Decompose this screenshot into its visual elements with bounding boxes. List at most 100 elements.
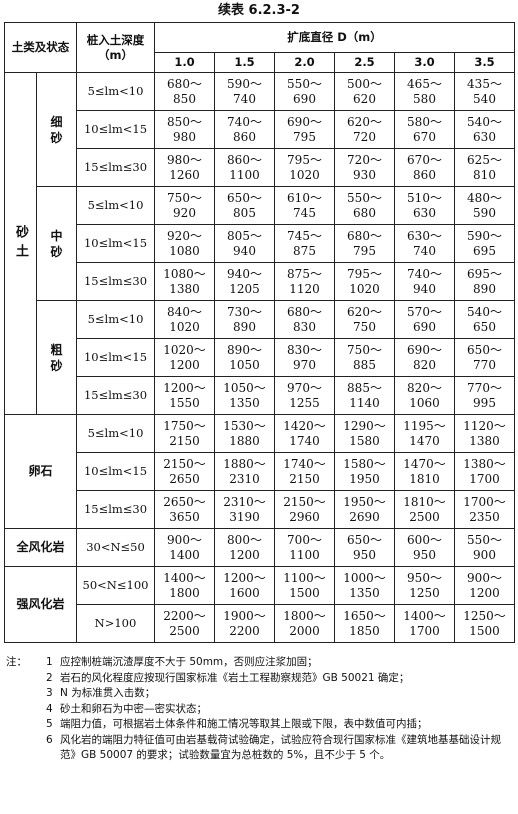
value-cell: 1380～ 1700 xyxy=(453,452,516,491)
value-cell: 860～ 1100 xyxy=(214,148,275,187)
value-cell: 750～ 885 xyxy=(334,338,395,377)
value-cell: 890～ 1050 xyxy=(214,338,275,377)
value-cell: 850～ 980 xyxy=(154,110,215,149)
table-row: 10≤lm<15 850～ 980 740～ 860 690～ 795 620～ 720 580～… xyxy=(5,110,516,149)
value-cell: 700～ 1100 xyxy=(274,528,335,567)
note-lead xyxy=(6,733,46,764)
group-label: 卵石 xyxy=(4,414,77,529)
value-cell: 920～ 1080 xyxy=(154,224,215,263)
value-cell: 1470～ 1810 xyxy=(394,452,455,491)
note-item: 2 岩石的风化程度应按现行国家标准《岩土工程勘察规范》GB 50021 确定； xyxy=(6,671,514,687)
value-cell: 550～ 680 xyxy=(334,186,395,225)
value-cell: 540～ 650 xyxy=(453,300,516,339)
note-item: 6 风化岩的端阻力特征值可由岩基载荷试验确定，试验应符合现行国家标准《建筑地基基础… xyxy=(6,733,514,764)
note-number: 3 xyxy=(46,687,53,699)
note-lead xyxy=(6,717,46,733)
value-cell: 680～ 795 xyxy=(334,224,395,263)
value-cell: 650～ 770 xyxy=(453,338,516,377)
value-cell: 805～ 940 xyxy=(214,224,275,263)
depth-cell: 15≤lm≤30 xyxy=(76,262,155,301)
table-row: 10≤lm<15 920～ 1080 805～ 940 745～ 875 680～ 795 630… xyxy=(5,224,516,263)
value-cell: 770～ 995 xyxy=(453,376,516,415)
value-cell: 940～ 1205 xyxy=(214,262,275,301)
depth-cell: 5≤lm<10 xyxy=(76,72,155,111)
end-resistance-table: 土类及状态 桩入土深度（m） 扩底直径 D（m） 1.0 1.5 2.0 2.5 3.0… xyxy=(4,22,516,643)
header-diameter-value: 3.5 xyxy=(453,52,516,73)
header-diameter: 扩底直径 D（m） xyxy=(153,22,516,53)
table-row: 砂土细砂 5≤lm<10 680～ 850 590～ 740 550～ 690 500～ 620 4… xyxy=(4,72,516,415)
depth-cell: 30<N≤50 xyxy=(76,528,155,567)
value-cell: 650～ 805 xyxy=(214,186,275,225)
value-cell: 980～ 1260 xyxy=(154,148,215,187)
value-cell: 950～ 1250 xyxy=(394,566,455,605)
value-cell: 1740～ 2150 xyxy=(274,452,335,491)
value-cell: 550～ 690 xyxy=(274,72,335,111)
value-cell: 1530～ 1880 xyxy=(214,414,275,453)
group-label: 强风化岩 xyxy=(4,566,77,643)
notes: 注： 1 应控制桩端沉渣厚度不大于 50mm，否则应注浆加固； 2 岩石的风化程度应按现… xyxy=(6,655,514,764)
value-cell: 580～ 670 xyxy=(394,110,455,149)
value-cell: 1000～ 1350 xyxy=(334,566,395,605)
value-cell: 2650～ 3650 xyxy=(154,490,215,529)
note-text: 风化岩的端阻力特征值可由岩基载荷试验确定，试验应符合现行国家标准《建筑地基基础设… xyxy=(60,733,501,762)
note-text: N 为标准贯入击数； xyxy=(60,687,156,699)
value-cell: 2310～ 3190 xyxy=(214,490,275,529)
header-diameter-value: 1.0 xyxy=(154,52,215,73)
note-number: 5 xyxy=(46,718,53,730)
note-number: 4 xyxy=(46,702,53,715)
group-label: 砂土 xyxy=(4,72,37,415)
table-row: 15≤lm≤30 2650～ 3650 2310～ 3190 2150～ 2960 1950～… xyxy=(5,490,516,529)
subgroup-label: 粗砂 xyxy=(36,300,77,415)
value-cell: 2150～ 2650 xyxy=(154,452,215,491)
value-cell: 1200～ 1600 xyxy=(214,566,275,605)
note-item: 4 砂土和卵石为中密—密实状态； xyxy=(6,702,514,718)
depth-cell: 10≤lm<15 xyxy=(76,224,155,263)
value-cell: 1650～ 1850 xyxy=(334,604,395,643)
value-cell: 1290～ 1580 xyxy=(334,414,395,453)
value-cell: 820～ 1060 xyxy=(394,376,455,415)
value-cell: 745～ 875 xyxy=(274,224,335,263)
note-lead xyxy=(6,671,46,687)
depth-cell: 10≤lm<15 xyxy=(76,110,155,149)
value-cell: 2150～ 2960 xyxy=(274,490,335,529)
value-cell: 900～ 1400 xyxy=(154,528,215,567)
value-cell: 650～ 950 xyxy=(334,528,395,567)
value-cell: 1800～ 2000 xyxy=(274,604,335,643)
group-label: 全风化岩 xyxy=(4,528,77,567)
value-cell: 840～ 1020 xyxy=(154,300,215,339)
header-depth: 桩入土深度（m） xyxy=(76,22,155,73)
depth-cell: 15≤lm≤30 xyxy=(76,490,155,529)
value-cell: 970～ 1255 xyxy=(274,376,335,415)
value-cell: 1580～ 1950 xyxy=(334,452,395,491)
value-cell: 480～ 590 xyxy=(453,186,516,225)
value-cell: 550～ 900 xyxy=(453,528,516,567)
value-cell: 1900～ 2200 xyxy=(214,604,275,643)
value-cell: 590～ 740 xyxy=(214,72,275,111)
note-item: 注： 1 应控制桩端沉渣厚度不大于 50mm，否则应注浆加固； xyxy=(6,655,514,671)
note-lead xyxy=(6,702,46,718)
value-cell: 435～ 540 xyxy=(453,72,516,111)
value-cell: 1810～ 2500 xyxy=(394,490,455,529)
note-text: 砂土和卵石为中密—密实状态； xyxy=(60,702,207,715)
note-text: 端阻力值，可根据岩土体条件和施工情况等取其上限或下限，表中数值可内插； xyxy=(60,718,428,730)
depth-cell: 50<N≤100 xyxy=(76,566,155,605)
depth-cell: 15≤lm≤30 xyxy=(76,148,155,187)
table-row: 粗砂 5≤lm<10 840～ 1020 730～ 890 680～ 830 620～ 750 57… xyxy=(5,300,516,415)
note-lead xyxy=(6,686,46,702)
value-cell: 1400～ 1800 xyxy=(154,566,215,605)
value-cell: 690～ 820 xyxy=(394,338,455,377)
value-cell: 1700～ 2350 xyxy=(453,490,516,529)
header-diameter-value: 1.5 xyxy=(214,52,275,73)
value-cell: 620～ 720 xyxy=(334,110,395,149)
note-text: 岩石的风化程度应按现行国家标准《岩土工程勘察规范》GB 50021 确定； xyxy=(60,671,410,684)
value-cell: 2200～ 2500 xyxy=(154,604,215,643)
value-cell: 795～ 1020 xyxy=(334,262,395,301)
value-cell: 1080～ 1380 xyxy=(154,262,215,301)
header-diameter-value: 2.5 xyxy=(334,52,395,73)
value-cell: 510～ 630 xyxy=(394,186,455,225)
value-cell: 730～ 890 xyxy=(214,300,275,339)
value-cell: 680～ 850 xyxy=(154,72,215,111)
value-cell: 1420～ 1740 xyxy=(274,414,335,453)
note-number: 1 xyxy=(46,656,53,668)
value-cell: 500～ 620 xyxy=(334,72,395,111)
